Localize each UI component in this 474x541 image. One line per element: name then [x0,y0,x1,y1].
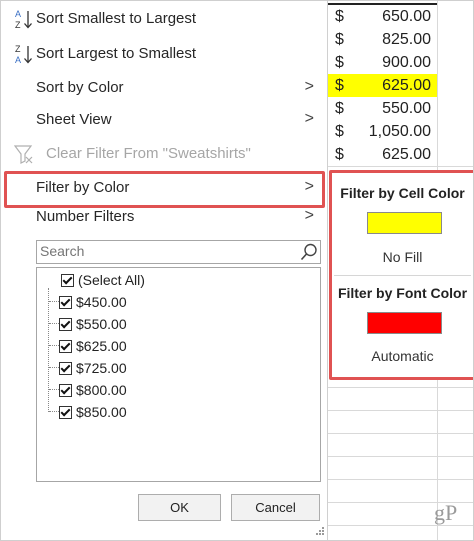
search-input[interactable] [37,241,290,261]
cell-row[interactable]: $ 900.00 [327,51,437,74]
checkbox-checked[interactable] [59,384,72,397]
cell-row-highlighted[interactable]: $ 625.00 [327,74,437,97]
filter-by-color-submenu: Filter by Cell Color No Fill Filter by F… [329,170,474,380]
tree-connector [49,345,59,346]
search-icon[interactable] [299,242,319,262]
cell-value: 1,050.00 [368,123,431,140]
cell-color-swatch-yellow[interactable] [367,212,442,234]
cell-value: 625.00 [382,77,431,94]
svg-text:A: A [15,9,21,19]
row-divider [327,410,474,411]
svg-text:Z: Z [15,44,21,54]
checkbox-checked[interactable] [59,362,72,375]
svg-text:Z: Z [15,20,21,30]
checkbox-label: $625.00 [76,338,127,354]
row-divider [327,456,474,457]
checkbox-label: $450.00 [76,294,127,310]
checkbox-label: (Select All) [78,272,145,288]
cell-value: 550.00 [382,100,431,117]
cell-value: 900.00 [382,54,431,71]
cell-value: 650.00 [382,8,431,25]
chevron-right-icon: > [304,207,314,224]
row-divider [327,387,474,388]
checkbox-checked[interactable] [61,274,74,287]
cell-row[interactable]: $ 625.00 [327,143,437,166]
cell-row[interactable]: $ 550.00 [327,97,437,120]
clear-filter-label: Clear Filter From "Sweatshirts" [46,145,251,162]
divider [334,275,471,276]
checkbox-label: $550.00 [76,316,127,332]
clear-filter-item[interactable]: Clear Filter From "Sweatshirts" [0,139,326,169]
sort-ascending-icon: A Z [15,9,32,30]
svg-text:A: A [15,55,21,65]
row-divider [327,433,474,434]
checkbox-label: $725.00 [76,360,127,376]
sheet-view-item[interactable]: Sheet View > [0,105,326,135]
filter-values-list[interactable]: (Select All) $450.00 $550.00 $625.00 $72… [36,267,321,482]
tree-connector [49,323,59,324]
watermark-logo: gP [434,500,458,525]
sort-descending-label: Sort Largest to Smallest [36,45,197,62]
tree-connector [48,288,49,412]
currency-symbol: $ [335,100,344,117]
currency-symbol: $ [335,8,344,25]
tree-connector [49,367,59,368]
cancel-button[interactable]: Cancel [231,494,320,521]
checkbox-checked[interactable] [59,406,72,419]
sort-descending-item[interactable]: Z A Sort Largest to Smallest [0,39,326,69]
number-filters-label: Number Filters [36,208,135,225]
ok-button[interactable]: OK [138,494,221,521]
number-filters-item[interactable]: Number Filters > [0,202,326,232]
cell-value: 825.00 [382,31,431,48]
automatic-option[interactable]: Automatic [332,348,473,364]
currency-symbol: $ [335,123,344,140]
checkbox-checked[interactable] [59,296,72,309]
cell-row[interactable]: $ 1,050.00 [327,120,437,143]
tree-connector [49,301,59,302]
currency-symbol: $ [335,146,344,163]
currency-symbol: $ [335,31,344,48]
clear-filter-icon [14,145,33,164]
currency-symbol: $ [335,54,344,71]
cell-value: 625.00 [382,146,431,163]
no-fill-option[interactable]: No Fill [332,249,473,265]
sort-by-color-label: Sort by Color [36,79,124,96]
sheet-view-label: Sheet View [36,111,112,128]
sort-descending-icon: Z A [15,44,32,65]
search-box [36,240,321,264]
cell-row[interactable]: $ 650.00 [327,5,437,28]
chevron-right-icon: > [304,110,314,127]
filter-menu: A Z Sort Smallest to Largest Z A Sort La… [0,0,328,541]
tree-connector [49,389,59,390]
checkbox-label: $800.00 [76,382,127,398]
checkbox-label: $850.00 [76,404,127,420]
checkbox-checked[interactable] [59,340,72,353]
row-divider [327,166,474,167]
sort-ascending-label: Sort Smallest to Largest [36,10,197,27]
cell-color-title: Filter by Cell Color [340,185,465,201]
chevron-right-icon: > [304,78,314,95]
sort-ascending-item[interactable]: A Z Sort Smallest to Largest [0,4,326,34]
font-color-title: Filter by Font Color [337,285,468,301]
row-divider [327,479,474,480]
resize-grip-icon[interactable] [313,526,325,538]
checkbox-checked[interactable] [59,318,72,331]
currency-symbol: $ [335,77,344,94]
tree-connector [49,411,59,412]
font-color-swatch-red[interactable] [367,312,442,334]
cell-row[interactable]: $ 825.00 [327,28,437,51]
sort-by-color-item[interactable]: Sort by Color > [0,73,326,103]
